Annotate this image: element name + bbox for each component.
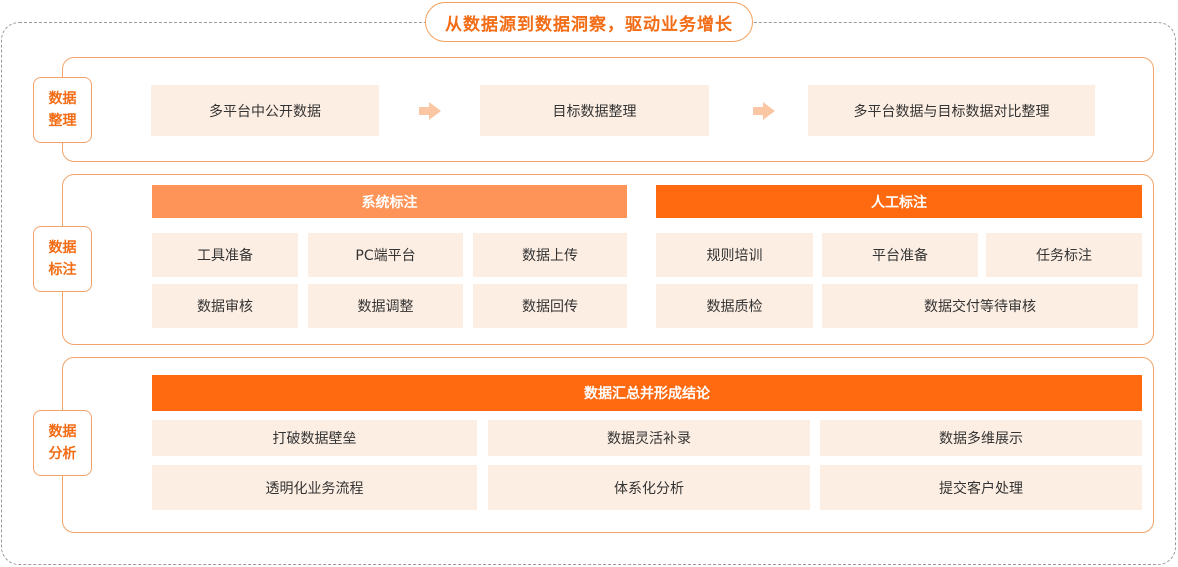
manual-item: 规则培训 [656, 233, 813, 277]
manual-annotation-header: 人工标注 [656, 185, 1142, 218]
tag-line-2: 分析 [48, 446, 77, 462]
tag-line-1: 数据 [48, 424, 77, 440]
diagram-title: 从数据源到数据洞察，驱动业务增长 [425, 2, 753, 42]
tag-line-2: 标注 [48, 262, 77, 278]
analysis-item: 数据灵活补录 [488, 420, 810, 456]
manual-item: 数据质检 [656, 284, 813, 328]
analysis-item: 体系化分析 [488, 465, 810, 510]
analysis-item: 透明化业务流程 [152, 465, 477, 510]
tag-line-1: 数据 [48, 91, 77, 107]
system-item: 数据审核 [152, 284, 298, 328]
analysis-item: 打破数据壁垒 [152, 420, 477, 456]
organize-step-1: 多平台中公开数据 [151, 85, 379, 136]
arrow-right-icon [753, 102, 775, 120]
tag-data-analyze: 数据 分析 [33, 410, 92, 476]
tag-line-1: 数据 [48, 240, 77, 256]
system-item: PC端平台 [308, 233, 463, 277]
tag-data-annotate: 数据 标注 [33, 226, 92, 292]
organize-step-3: 多平台数据与目标数据对比整理 [808, 85, 1095, 136]
system-annotation-header: 系统标注 [152, 185, 627, 218]
manual-item: 数据交付等待审核 [822, 284, 1138, 328]
organize-step-2: 目标数据整理 [480, 85, 709, 136]
analysis-item: 提交客户处理 [820, 465, 1142, 510]
system-item: 数据上传 [473, 233, 627, 277]
system-item: 数据调整 [308, 284, 463, 328]
arrow-right-icon [419, 102, 441, 120]
analysis-header: 数据汇总并形成结论 [152, 375, 1142, 411]
manual-item: 任务标注 [986, 233, 1142, 277]
system-item: 数据回传 [473, 284, 627, 328]
tag-data-organize: 数据 整理 [33, 77, 92, 143]
analysis-item: 数据多维展示 [820, 420, 1142, 456]
tag-line-2: 整理 [48, 113, 77, 129]
manual-item: 平台准备 [822, 233, 978, 277]
system-item: 工具准备 [152, 233, 298, 277]
